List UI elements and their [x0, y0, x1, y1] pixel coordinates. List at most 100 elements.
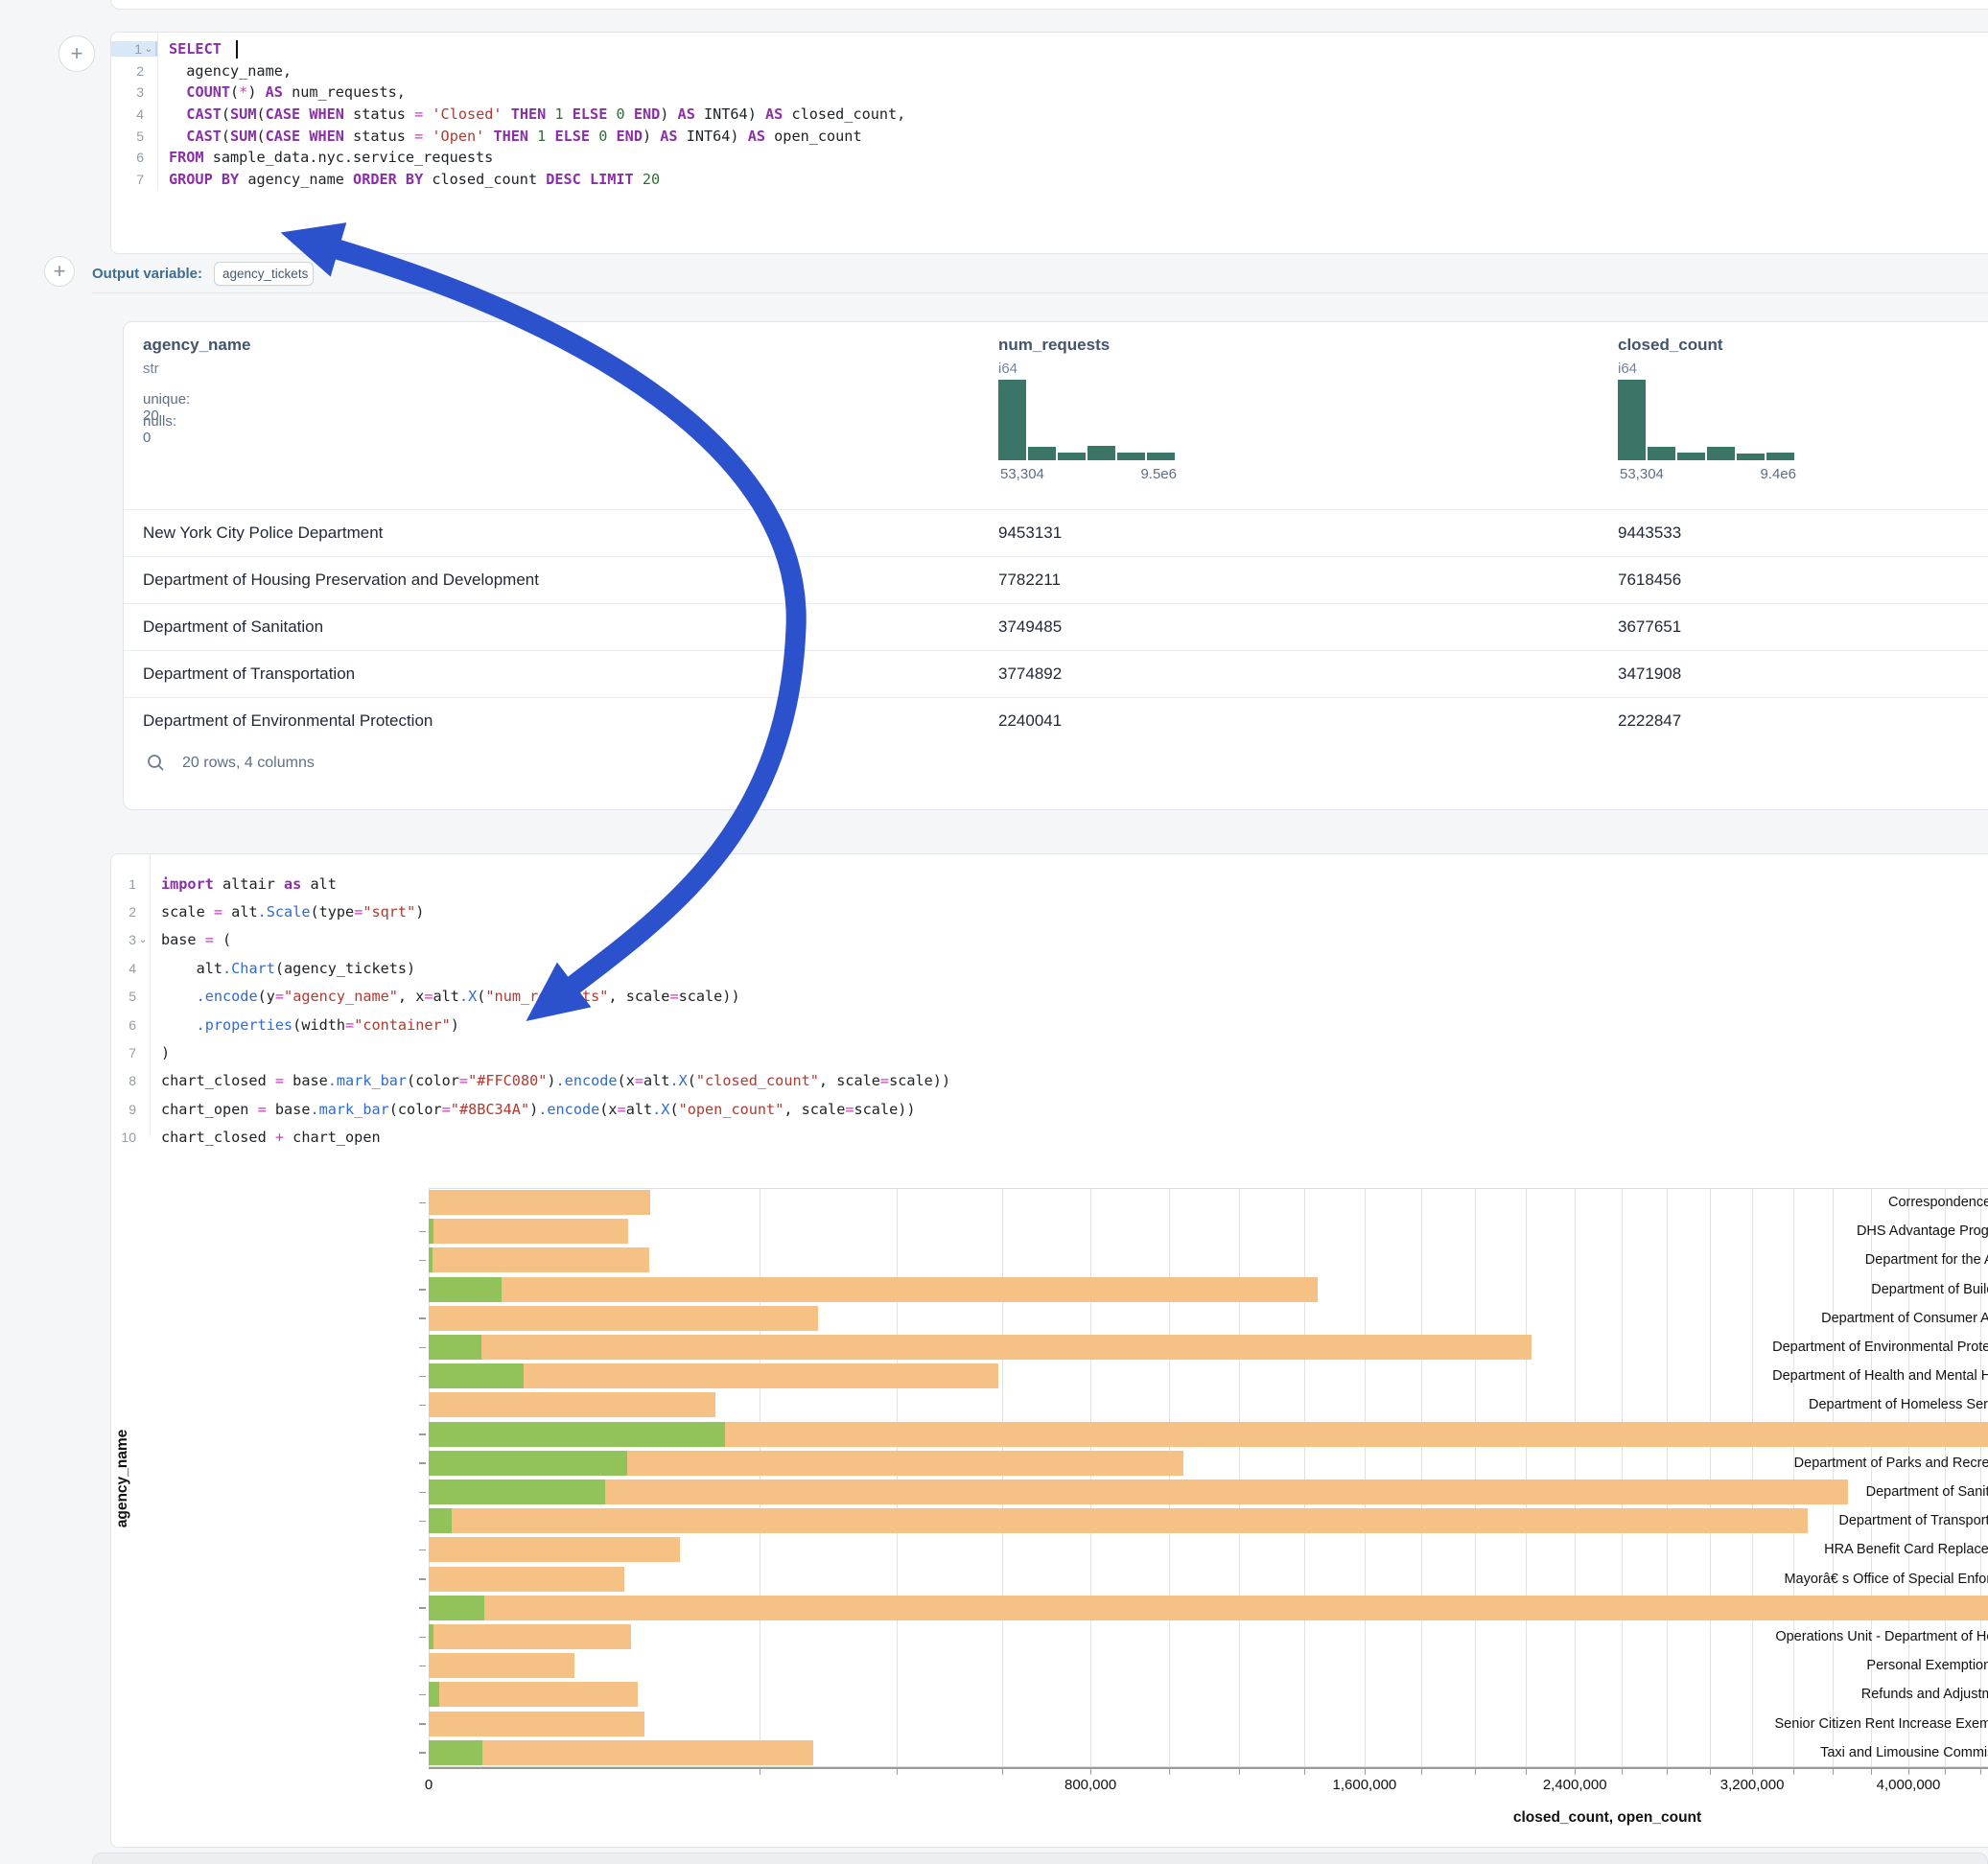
closed-count-bar [429, 1277, 1318, 1302]
code-line[interactable]: 4 alt.Chart(agency_tickets) [111, 954, 1988, 982]
category-label: Operations Unit - Department of Hom… [1716, 1629, 1988, 1644]
line-gutter: 2 [111, 63, 157, 79]
chart-x-axis-title: closed_count, open_count [1513, 1809, 1701, 1827]
result-table: agency_namestrunique: 20nulls: 0num_requ… [123, 321, 1988, 810]
line-number: 10 [119, 1130, 136, 1145]
table-row[interactable]: Department of Sanitation37494853677651 [124, 603, 1988, 650]
table-row[interactable]: Department of Environmental Protection22… [124, 697, 1988, 744]
x-axis-tick [1622, 1769, 1623, 1775]
code-line[interactable]: 7GROUP BY agency_name ORDER BY closed_co… [111, 169, 1988, 191]
x-axis-tick-label: 800,000 [1064, 1777, 1116, 1793]
code-line[interactable]: 3 COUNT(*) AS num_requests, [111, 82, 1988, 104]
code-line[interactable]: 1import altair as alt [111, 870, 1988, 897]
category-label: Department of Buildings [1716, 1282, 1988, 1297]
line-number: 8 [119, 1073, 136, 1088]
closed-count-bar [429, 1508, 1808, 1533]
x-axis-tick [1752, 1769, 1753, 1775]
column-name: agency_name [143, 336, 250, 355]
open-count-bar [429, 1596, 484, 1620]
chart-gridline [1002, 1188, 1003, 1767]
line-number: 6 [121, 150, 144, 165]
chart-gridline [1710, 1188, 1711, 1767]
line-number: 4 [119, 961, 136, 976]
previous-cell-edge [110, 0, 1988, 10]
code-line[interactable]: 9chart_open = base.mark_bar(color="#8BC3… [111, 1095, 1988, 1123]
y-axis-tick [419, 1462, 426, 1464]
line-number: 5 [119, 989, 136, 1004]
code-line[interactable]: 8 chart_closed = base.mark_bar(color="#FF… [111, 1067, 1988, 1095]
histogram-bar [1147, 453, 1175, 460]
gutter-divider [157, 33, 158, 190]
x-axis-tick [1871, 1769, 1872, 1775]
code-line[interactable]: 6FROM sample_data.nyc.service_requests [111, 147, 1988, 169]
code-line[interactable]: 5 .encode(y="agency_name", x=alt.X("num_… [111, 983, 1988, 1011]
x-axis-tick-label: 0 [425, 1777, 433, 1793]
code-line[interactable]: 1⌄SELECT [111, 38, 1988, 60]
collapse-chevron-icon[interactable]: ⌄ [142, 44, 155, 55]
next-cell-edge[interactable] [92, 1852, 1988, 1864]
open-count-bar [429, 1624, 433, 1649]
histogram-min-label: 53,304 [1620, 466, 1664, 482]
altair-bar-chart: agency_name closed_count, open_count Cor… [111, 1188, 1988, 1840]
output-variable-pill[interactable]: agency_tickets [214, 262, 314, 286]
x-axis-tick-label: 2,400,000 [1543, 1777, 1607, 1793]
category-label: DHS Advantage Programs [1716, 1223, 1988, 1239]
code-text: CAST(SUM(CASE WHEN status = 'Open' THEN … [157, 128, 862, 145]
code-text: chart_closed = base.mark_bar(color="#FFC… [150, 1072, 950, 1089]
open-count-bar [429, 1422, 725, 1447]
python-cell[interactable]: 1import altair as alt2scale = alt.Scale(… [110, 853, 1988, 1848]
table-row[interactable]: New York City Police Department945313194… [124, 509, 1988, 556]
add-cell-button-output[interactable]: + [44, 256, 75, 287]
cell-divider [92, 292, 1988, 293]
closed-count-bar [429, 1567, 624, 1592]
code-line[interactable]: 2 agency_name, [111, 60, 1988, 82]
closed-count-bar [429, 1190, 650, 1215]
code-line[interactable]: 2scale = alt.Scale(type="sqrt") [111, 897, 1988, 925]
line-gutter: 8 [111, 1073, 150, 1088]
column-type: i64 [998, 361, 1017, 377]
code-line[interactable]: 4 CAST(SUM(CASE WHEN status = 'Closed' T… [111, 104, 1988, 126]
table-cell: 2222847 [1618, 711, 1681, 731]
chart-gridline [1304, 1188, 1305, 1767]
code-line[interactable]: 7) [111, 1038, 1988, 1066]
histogram-bar [1088, 446, 1115, 460]
table-cell: 2240041 [998, 711, 1062, 731]
search-icon[interactable] [147, 754, 165, 772]
column-histogram: 53,3049.5e6 [998, 397, 1177, 481]
closed-count-bar [429, 1392, 715, 1417]
chart-gridline [1945, 1188, 1946, 1767]
y-axis-tick [419, 1752, 426, 1754]
chart-gridline [1575, 1188, 1576, 1767]
add-cell-button-top[interactable]: + [58, 35, 95, 72]
code-line[interactable]: 3⌄base = ( [111, 926, 1988, 954]
line-number: 9 [119, 1102, 136, 1117]
sql-cell[interactable]: 1⌄SELECT 2 agency_name,3 COUNT(*) AS num… [110, 32, 1988, 254]
python-code-editor[interactable]: 1import altair as alt2scale = alt.Scale(… [111, 854, 1988, 1152]
closed-count-bar [429, 1306, 818, 1331]
table-cell: 3471908 [1618, 664, 1681, 684]
table-row[interactable]: Department of Transportation377489234719… [124, 650, 1988, 697]
category-label: Taxi and Limousine Commission [1716, 1745, 1988, 1760]
category-label: Mayorâ€ s Office of Special Enforce… [1716, 1572, 1988, 1587]
x-axis-tick [1090, 1769, 1091, 1775]
code-text: GROUP BY agency_name ORDER BY closed_cou… [157, 171, 660, 188]
row-count-label: 20 rows, 4 columns [182, 755, 315, 772]
collapse-chevron-icon[interactable]: ⌄ [136, 935, 150, 945]
chart-gridline [1090, 1188, 1091, 1767]
table-row[interactable]: Department of Housing Preservation and D… [124, 556, 1988, 603]
y-axis-tick [419, 1433, 426, 1435]
closed-count-bar [429, 1682, 638, 1707]
y-axis-tick [419, 1521, 426, 1523]
code-line[interactable]: 6 .properties(width="container") [111, 1011, 1988, 1038]
code-line[interactable]: 5 CAST(SUM(CASE WHEN status = 'Open' THE… [111, 125, 1988, 147]
table-cell: 3677651 [1618, 617, 1681, 637]
x-axis-tick [1945, 1769, 1946, 1775]
code-text: SELECT [157, 40, 238, 58]
line-gutter: 7 [111, 172, 157, 187]
y-axis-tick [419, 1260, 426, 1262]
code-line[interactable]: 10chart_closed + chart_open [111, 1124, 1988, 1152]
code-text: import altair as alt [150, 875, 337, 893]
open-count-bar [429, 1451, 627, 1476]
table-cell: Department of Housing Preservation and D… [143, 571, 539, 590]
sql-code-editor[interactable]: 1⌄SELECT 2 agency_name,3 COUNT(*) AS num… [111, 33, 1988, 190]
